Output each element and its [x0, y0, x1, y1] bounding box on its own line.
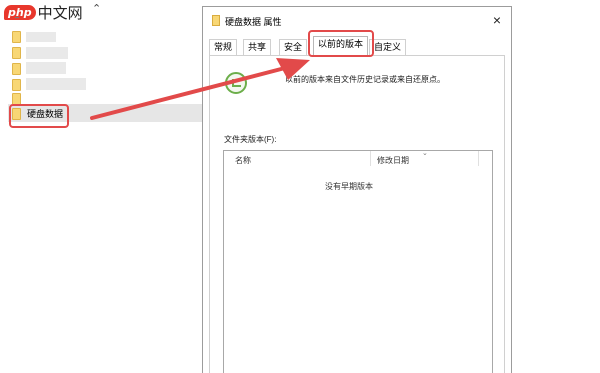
folder-icon: [12, 47, 21, 59]
highlight-folder-box: [9, 104, 69, 128]
watermark-text: 中文网: [37, 3, 83, 22]
chevron-up-icon[interactable]: ⌃: [92, 2, 101, 15]
description-text: 以前的版本来自文件历史记录或来自还原点。: [285, 75, 445, 84]
column-header-name[interactable]: 名称: [235, 155, 251, 166]
highlight-tab-box: [308, 30, 374, 57]
folder-icon: [12, 31, 21, 43]
column-divider: [370, 151, 371, 166]
versions-list[interactable]: 名称 ⌄ 修改日期 没有早期版本: [223, 150, 493, 373]
tab-general[interactable]: 常规: [209, 39, 238, 55]
blurred-label: [26, 62, 66, 74]
tab-security[interactable]: 安全: [279, 39, 308, 55]
folder-icon: [12, 63, 21, 75]
blurred-label: [26, 47, 68, 59]
sort-caret-icon: ⌄: [422, 150, 428, 157]
previous-versions-panel: 以前的版本来自文件历史记录或来自还原点。 文件夹版本(F): 名称 ⌄ 修改日期…: [209, 56, 505, 373]
restore-clock-icon: [225, 72, 247, 94]
properties-dialog: 硬盘数据 属性 × 常规 共享 安全 以前的版本 自定义 以前的版本来自文件历史…: [202, 6, 512, 373]
empty-state-message: 没有早期版本: [325, 182, 373, 191]
close-button[interactable]: ×: [493, 12, 501, 28]
column-divider: [478, 151, 479, 166]
tree-line: [15, 17, 19, 18]
php-logo: php: [4, 4, 36, 20]
column-header-modified[interactable]: 修改日期: [377, 155, 409, 166]
blurred-label: [26, 32, 56, 42]
tab-sharing[interactable]: 共享: [243, 39, 272, 55]
tab-customize[interactable]: 自定义: [369, 39, 407, 55]
folder-icon: [212, 15, 220, 26]
watermark: php 中文网: [4, 2, 83, 22]
blurred-label: [26, 78, 86, 90]
folder-icon: [12, 79, 21, 91]
folder-versions-label: 文件夹版本(F):: [224, 135, 277, 144]
dialog-title: 硬盘数据 属性: [225, 17, 282, 27]
